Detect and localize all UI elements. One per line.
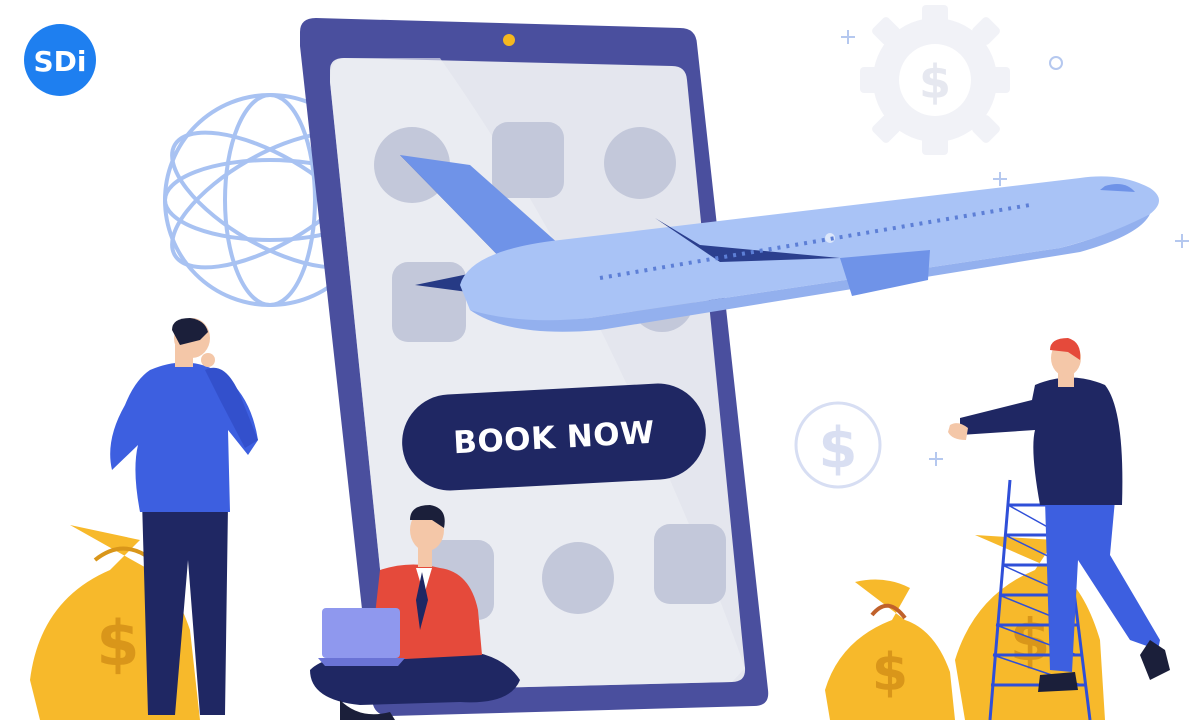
laptop-icon [322,608,400,658]
bag-dollar-symbol: $ [96,607,139,680]
bag-dollar-symbol: $ [872,643,908,703]
phone-camera [503,34,515,46]
illustration-canvas: SDi $ $ BOOK NOW $ $ $ [24,5,1189,720]
money-bag-icon: $ [825,579,955,720]
app-icon-square[interactable] [492,122,564,198]
dollar-coin-icon: $ [794,401,882,489]
gear-dollar-symbol: $ [919,55,951,109]
book-now-button[interactable]: BOOK NOW [400,381,709,493]
illustration-stage: SDi $ $ BOOK NOW $ $ $ [0,0,1200,720]
app-icon-square[interactable] [654,524,726,604]
bag-dollar-symbol: $ [1010,606,1050,674]
gear-dollar-icon: $ [860,5,1010,155]
coin-dollar-symbol: $ [819,416,858,481]
app-icon-circle[interactable] [542,542,614,614]
app-icon-square[interactable] [392,262,466,342]
sdi-logo-icon[interactable]: SDi [24,24,96,96]
logo-text: SDi [33,45,86,78]
app-icon-circle[interactable] [604,127,676,199]
